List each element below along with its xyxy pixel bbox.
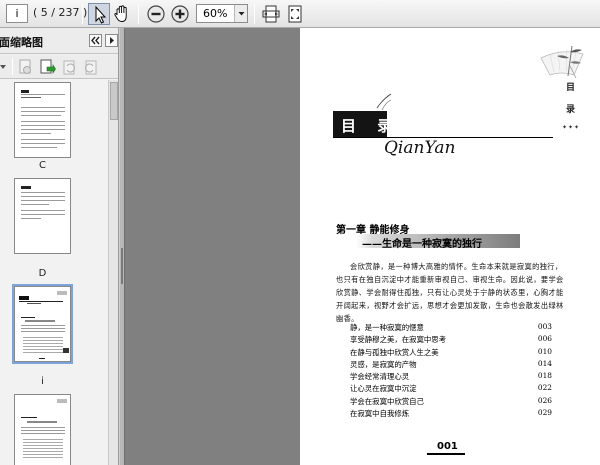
toc-entry-page: 006 (537, 334, 552, 344)
toc-entry[interactable]: 灵感，是寂寞的产物 014 (350, 359, 552, 371)
fit-page-icon (288, 5, 302, 23)
rotate-left-icon (63, 60, 75, 75)
thumbnail-scrollbar[interactable] (108, 80, 118, 465)
toc-entry-page: 029 (537, 408, 552, 418)
thumbnail-toolbar (0, 55, 118, 79)
toc-entry-page: 022 (537, 383, 552, 393)
script-title: QianYan (384, 138, 456, 158)
intro-line: 会欣赏静，是一种博大高雅的情怀。生命本来就是寂寞的独行， (350, 262, 563, 271)
thumbnail-label: i (41, 376, 44, 387)
page-number: 001 (437, 441, 458, 452)
toc-entry[interactable]: 学会在寂寞中欣赏自己 026 (350, 396, 552, 408)
document-workspace (120, 28, 300, 465)
toc-entry-title: 学会经常清理心灵 (350, 372, 410, 382)
chevron-down-icon (238, 12, 245, 16)
splitter-grip[interactable] (121, 248, 123, 284)
toc-entry-page: 003 (537, 322, 552, 331)
chevron-down-icon (0, 65, 6, 69)
rotate-right-icon (85, 60, 97, 75)
zoom-level-value: 60% (203, 7, 228, 20)
toolbar-separator (138, 4, 139, 24)
select-arrow-icon (95, 5, 107, 24)
thumbnail-panel-header: 页面缩略图 (0, 28, 118, 54)
zoom-out-button[interactable] (145, 3, 167, 25)
side-title-char: 录 (566, 105, 576, 115)
toc-entry-page: 026 (537, 395, 552, 405)
toc-entry-title: 学会在寂寞中欣赏自己 (350, 396, 424, 406)
page-delete-icon (19, 59, 31, 74)
table-of-contents: 静，是一种寂寞的惬意 003 享受静穆之美，在寂寞中思考 006 在静与孤独中欣… (350, 322, 552, 420)
page-thumbnail[interactable] (14, 178, 71, 254)
intro-line: 开阔起来，视野才会扩远，思想才会更加发散，生命也会散发出绿林 (336, 301, 564, 310)
page-thumbnail[interactable] (14, 394, 71, 465)
intro-line: 也只有在独自沉淀中才能重新审视自己、审视生命。因此说，要学会 (336, 275, 564, 284)
scrollbar-thumb[interactable] (110, 82, 118, 120)
page-thumbnail[interactable] (14, 82, 71, 158)
thumbnail-list: C D i (0, 80, 108, 465)
toc-entry[interactable]: 在静与孤独中欣赏人生之美 010 (350, 347, 552, 359)
toc-entry-page: 010 (537, 346, 552, 356)
toolbar-separator (12, 58, 13, 75)
toc-entry-page: 018 (537, 371, 552, 381)
zoom-dropdown-button[interactable] (234, 5, 247, 22)
panel-title: 页面缩略图 (0, 36, 43, 49)
page-number-input[interactable]: i (6, 4, 28, 23)
select-tool-button[interactable] (88, 3, 110, 25)
document-page: 目 录 ✦✦✦ 目 录 QianYan 第一章 静能修身 ——生命是一种寂寞的独… (300, 28, 600, 465)
thumbnail-panel: 页面缩略图 (0, 28, 119, 465)
fit-width-button[interactable] (260, 3, 282, 25)
page-number-rule (427, 453, 465, 455)
rotate-right-button[interactable] (82, 58, 100, 76)
insert-page-button[interactable] (38, 58, 56, 76)
side-title-char: 目 (566, 83, 576, 93)
toc-entry-title: 静，是一种寂寞的惬意 (350, 323, 424, 332)
page-thumbnail-current[interactable] (12, 284, 73, 364)
brush-stroke-decoration (376, 93, 392, 111)
hand-tool-icon (114, 5, 127, 22)
toolbar-separator (82, 4, 83, 24)
fan-bamboo-decoration (540, 45, 584, 79)
panel-options-button[interactable] (105, 34, 118, 47)
side-dots: ✦✦✦ (562, 124, 581, 131)
toc-entry-title: 在静与孤独中欣赏人生之美 (350, 347, 439, 357)
fit-page-button[interactable] (284, 3, 306, 25)
toolbar-separator (254, 4, 255, 24)
page-count: ( 5 / 237 ) (33, 6, 88, 19)
delete-page-button[interactable] (16, 58, 34, 76)
hand-tool-button[interactable] (111, 3, 133, 25)
toc-entry-title: 让心灵在寂寞中沉淀 (350, 384, 417, 394)
chevron-right-icon (110, 37, 114, 44)
toolbar: i ( 5 / 237 ) 60% (0, 0, 600, 28)
chapter-subtitle: ——生命是一种寂寞的独行 (362, 239, 482, 250)
rotate-left-button[interactable] (60, 58, 78, 76)
toc-entry-page: 014 (537, 358, 552, 368)
toc-entry-title: 灵感，是寂寞的产物 (350, 359, 417, 369)
toc-entry-title: 在寂寞中自我修炼 (350, 409, 410, 419)
toc-entry-title: 享受静穆之美，在寂寞中思考 (350, 335, 447, 345)
toc-entry[interactable]: 让心灵在寂寞中沉淀 022 (350, 383, 552, 395)
collapse-panel-button[interactable] (89, 34, 102, 47)
toc-entry[interactable]: 静，是一种寂寞的惬意 003 (350, 322, 552, 334)
toc-entry[interactable]: 学会经常清理心灵 018 (350, 371, 552, 383)
thumbnail-label: D (38, 268, 47, 279)
double-chevron-left-icon (91, 36, 100, 45)
panel-splitter[interactable] (120, 28, 125, 465)
zoom-in-icon (171, 5, 189, 23)
page-heading: 目 录 (341, 117, 401, 135)
zoom-level-select[interactable]: 60% (196, 4, 248, 23)
thumbnail-options-button[interactable] (0, 58, 12, 76)
fit-width-icon (262, 5, 280, 23)
zoom-out-icon (147, 5, 165, 23)
toc-entry[interactable]: 享受静穆之美，在寂寞中思考 006 (350, 334, 552, 346)
intro-line: 欣赏静、学会耐得住孤独，只有让心灵处于宁静的状态里，心胸才能 (336, 288, 564, 297)
toc-entry[interactable]: 在寂寞中自我修炼 029 (350, 408, 552, 420)
zoom-in-button[interactable] (169, 3, 191, 25)
page-insert-icon (40, 59, 56, 75)
thumbnail-label: C (39, 160, 46, 171)
